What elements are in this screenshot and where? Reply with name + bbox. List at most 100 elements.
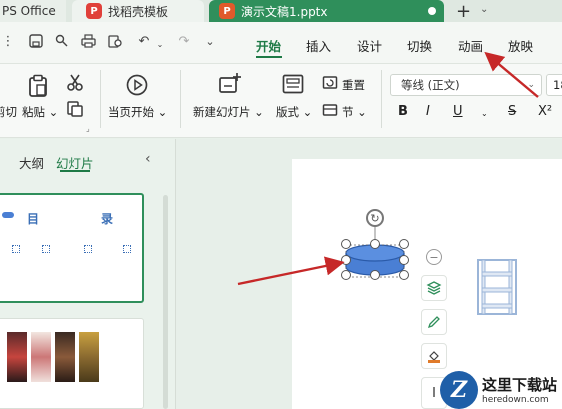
thumb-title-left: 目 [27,212,40,226]
menu-animation[interactable]: 动画 [458,36,483,55]
layers-button[interactable] [421,275,447,301]
tab-pptx-label: 演示文稿1.pptx [241,4,328,19]
reset-icon[interactable] [322,75,338,94]
slide-thumbnail-2[interactable] [0,318,144,409]
save-icon[interactable] [28,33,44,49]
thumb-image [79,332,99,382]
collapse-toolbar-icon[interactable]: − [426,249,442,265]
menu-design[interactable]: 设计 [357,36,382,55]
section-label: 节 [342,105,354,119]
menu-active-indicator [256,56,282,58]
resize-handle[interactable] [399,255,409,265]
chevron-down-icon[interactable]: ⌄ [480,4,488,15]
ribbon-separator [100,70,101,128]
layout-label: 版式 [276,105,299,119]
resize-handle[interactable] [341,255,351,265]
watermark-title: 这里下载站 [482,376,558,394]
paste-button[interactable]: 粘贴 ⌄ [22,104,58,120]
underline-button[interactable]: U [453,104,463,119]
superscript-button[interactable]: X² [538,104,552,119]
edit-shape-button[interactable] [421,309,447,335]
underline-dropdown-icon[interactable]: ⌄ [481,109,488,118]
resize-handle[interactable] [370,270,380,280]
menu-insert[interactable]: 插入 [306,36,331,55]
strikethrough-button[interactable]: S [508,104,516,119]
format-painter-icon[interactable] [54,33,70,49]
font-size-value: 18 [553,78,562,92]
play-from-current-button[interactable]: 当页开始 ⌄ [108,104,167,120]
slide-thumbnail-1[interactable]: 目 录 [0,193,144,303]
thumb-title-right: 录 [101,212,114,226]
paint-bucket-icon [428,351,440,363]
tab-pptx[interactable]: P 演示文稿1.pptx [209,0,444,22]
more-dropdown-icon[interactable]: ⌄ [202,33,218,49]
thumb-grid-icon [42,245,50,253]
font-name-value: 等线 (正文) [401,78,460,92]
section-button[interactable]: 节 ⌄ [342,104,367,120]
rotate-handle-icon[interactable]: ↻ [366,209,384,227]
fill-button[interactable] [421,343,447,369]
thumb-shape [2,212,14,218]
thumb-image [55,332,75,382]
add-tab-icon[interactable]: + [456,0,471,22]
section-icon[interactable] [322,102,338,121]
resize-handle[interactable] [399,270,409,280]
chevron-down-icon: ⌄ [527,80,535,90]
ribbon-separator [180,70,181,128]
tab-wps-office[interactable]: PS Office [0,0,66,22]
reset-label[interactable]: 重置 [342,77,365,93]
title-bar: PS Office P 找稻壳模板 P 演示文稿1.pptx + ⌄ [0,0,562,22]
clipboard-expand-icon[interactable]: ⌟ [86,124,90,133]
font-name-select[interactable]: 等线 (正文) ⌄ [390,74,542,96]
menu-start[interactable]: 开始 [256,36,281,55]
menu-icon[interactable]: ⋮ [0,33,16,49]
thumb-grid-icon [84,245,92,253]
presentation-app-icon: P [219,3,235,19]
menu-transition[interactable]: 切换 [407,36,432,55]
resize-handle[interactable] [370,239,380,249]
play-icon[interactable] [126,74,148,99]
shelf-shape[interactable] [476,258,518,316]
watermark-subtitle: heredown.com [482,395,549,405]
font-size-select[interactable]: 18 [546,74,562,96]
pen-icon [427,316,440,329]
tab-template[interactable]: P 找稻壳模板 [72,0,204,22]
tab-template-label: 找稻壳模板 [108,4,169,19]
tab-outline[interactable]: 大纲 [19,153,44,172]
copy-icon[interactable] [66,100,84,121]
unsaved-dot-icon [428,7,436,15]
print-icon[interactable] [80,33,96,49]
paste-label: 粘贴 [22,105,45,119]
bold-button[interactable]: B [398,104,408,119]
scissors-icon[interactable] [66,74,84,95]
resize-handle[interactable] [399,239,409,249]
resize-handle[interactable] [341,239,351,249]
print-preview-icon[interactable] [107,33,123,49]
thumb-grid-icon [123,245,131,253]
ribbon-separator [381,70,382,128]
layers-icon [426,281,442,295]
new-slide-button[interactable]: 新建幻灯片 ⌄ [193,104,264,120]
paste-icon[interactable] [28,74,48,98]
new-slide-icon[interactable] [218,72,242,99]
menu-slideshow[interactable]: 放映 [508,36,533,55]
thumb-image [7,332,27,382]
panel-scrollbar[interactable] [163,195,168,409]
thumb-image [31,332,51,382]
resize-handle[interactable] [341,270,351,280]
tab-wps-label: PS Office [2,4,56,18]
undo-dropdown-icon[interactable]: ⌄ [152,36,168,52]
new-slide-label: 新建幻灯片 [193,105,251,119]
layout-icon[interactable] [282,74,304,97]
watermark-logo: Z [440,370,478,409]
template-app-icon: P [86,3,102,19]
collapse-panel-icon[interactable]: ‹ [145,151,151,167]
play-label: 当页开始 [108,105,154,119]
watermark: Z 这里下载站 heredown.com [440,370,562,409]
redo-icon[interactable]: ↷ [176,33,192,49]
cut-label[interactable]: 剪切 [0,104,17,120]
italic-button[interactable]: I [426,104,430,119]
undo-icon[interactable]: ↶ [136,33,152,49]
layout-button[interactable]: 版式 ⌄ [276,104,312,120]
thumb-grid-icon [12,245,20,253]
